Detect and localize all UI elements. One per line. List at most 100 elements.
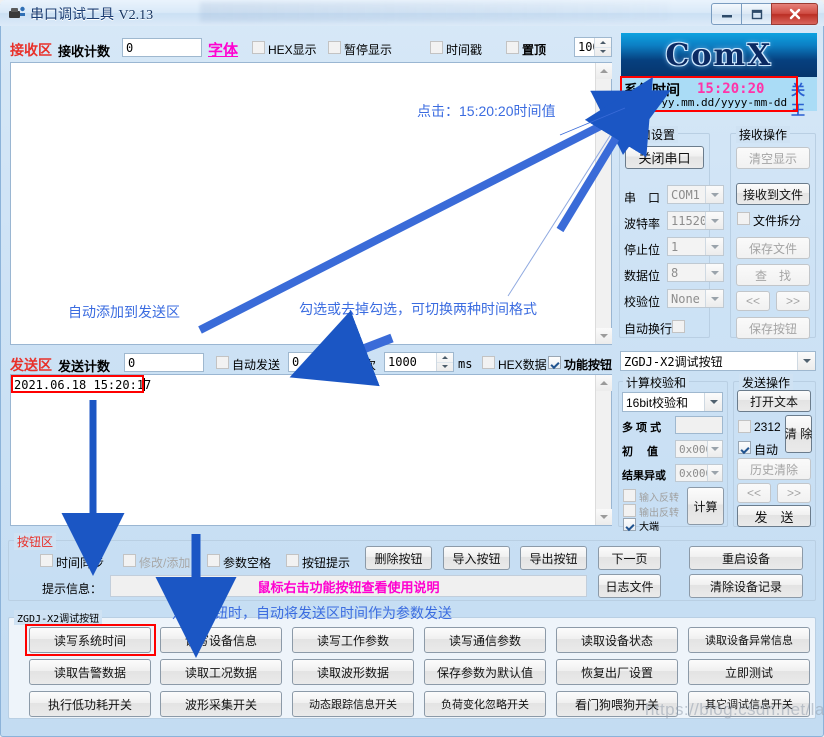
- send-times-input[interactable]: 0: [288, 352, 358, 372]
- log-file-button[interactable]: 日志文件: [598, 574, 661, 598]
- receive-spin-input[interactable]: 100: [574, 37, 612, 57]
- send-textarea[interactable]: 2021.06.18 15:20:17: [10, 374, 612, 526]
- button-tip-checkbox[interactable]: [286, 554, 299, 567]
- close-button[interactable]: [771, 3, 818, 25]
- function-button-checkbox[interactable]: [548, 356, 561, 369]
- find-button[interactable]: 查 找: [736, 264, 810, 286]
- scroll-down-icon[interactable]: [596, 328, 612, 344]
- fn-button-1[interactable]: 读写设备信息: [160, 627, 282, 653]
- send-next-button[interactable]: >>: [777, 483, 811, 503]
- fn-button-4[interactable]: 读取设备状态: [556, 627, 678, 653]
- send-interval-input[interactable]: 1000: [384, 352, 454, 372]
- font-button[interactable]: 字体: [208, 39, 238, 60]
- hex-display-checkbox[interactable]: [252, 41, 265, 54]
- save-file-button[interactable]: 保存文件: [736, 237, 810, 259]
- scroll-up-icon[interactable]: [596, 375, 612, 391]
- chevron-down-icon[interactable]: [705, 238, 723, 255]
- checksum-mode-value: 16bit校验和: [626, 395, 689, 410]
- chevron-down-icon[interactable]: [705, 290, 723, 307]
- open-text-button[interactable]: 打开文本: [737, 390, 811, 412]
- send-count-input[interactable]: 0: [124, 353, 204, 372]
- pause-display-checkbox[interactable]: [328, 41, 341, 54]
- import-button-button[interactable]: 导入按钮: [443, 546, 510, 570]
- receive-scrollbar[interactable]: [595, 63, 612, 344]
- fn-button-7[interactable]: 读取工况数据: [160, 659, 282, 685]
- next-page-button-2[interactable]: 下一页: [598, 546, 661, 570]
- timestamp-checkbox[interactable]: [430, 41, 443, 54]
- receive-spinner[interactable]: [594, 38, 611, 56]
- prev-page-button[interactable]: <<: [736, 291, 770, 311]
- fn-button-3[interactable]: 读写通信参数: [424, 627, 546, 653]
- fn-button-8[interactable]: 读取波形数据: [292, 659, 414, 685]
- scroll-up-icon[interactable]: [596, 63, 612, 79]
- fn-button-9[interactable]: 保存参数为默认值: [424, 659, 546, 685]
- fn-button-5[interactable]: 读取设备异常信息: [688, 627, 810, 653]
- refout-checkbox[interactable]: [623, 504, 636, 517]
- spin-up-icon[interactable]: [341, 353, 357, 363]
- chevron-down-icon[interactable]: [705, 212, 723, 229]
- fn-button-10[interactable]: 恢复出厂设置: [556, 659, 678, 685]
- send-scrollbar[interactable]: [595, 375, 612, 525]
- modify-add-checkbox[interactable]: [123, 554, 136, 567]
- spin-down-icon[interactable]: [595, 48, 611, 57]
- button-set-select[interactable]: ZGDJ-X2调试按钮: [620, 351, 816, 371]
- next-page-button[interactable]: >>: [776, 291, 810, 311]
- hex-data-checkbox[interactable]: [482, 356, 495, 369]
- param-space-checkbox[interactable]: [207, 554, 220, 567]
- clear-button[interactable]: 清 除: [785, 415, 812, 453]
- xorout-select[interactable]: 0x0000: [675, 464, 723, 482]
- file-split-checkbox[interactable]: [737, 212, 750, 225]
- fn-button-13[interactable]: 波形采集开关: [160, 691, 282, 717]
- maximize-button[interactable]: [741, 3, 772, 25]
- gb2312-checkbox[interactable]: [738, 420, 751, 433]
- spin-up-icon[interactable]: [437, 353, 453, 363]
- bigendian-checkbox[interactable]: [623, 518, 636, 531]
- checksum-mode-select[interactable]: 16bit校验和: [622, 392, 723, 412]
- port-select[interactable]: COM1: [667, 185, 724, 204]
- fn-button-15[interactable]: 负荷变化忽略开关: [424, 691, 546, 717]
- auto-wrap-checkbox[interactable]: [672, 320, 685, 333]
- time-sync-checkbox[interactable]: [40, 554, 53, 567]
- scroll-down-icon[interactable]: [596, 509, 612, 525]
- init-select[interactable]: 0x0000: [675, 440, 723, 458]
- history-clear-button[interactable]: 历史清除: [737, 458, 811, 480]
- calc-button[interactable]: 计算: [687, 487, 724, 525]
- send-times-spinner[interactable]: [340, 353, 357, 371]
- parity-select[interactable]: None: [667, 289, 724, 308]
- send-prev-button[interactable]: <<: [737, 483, 771, 503]
- chevron-down-icon[interactable]: [797, 352, 815, 370]
- send-interval-spinner[interactable]: [436, 353, 453, 371]
- save-button-button[interactable]: 保存按钮: [736, 317, 810, 339]
- chevron-down-icon[interactable]: [707, 441, 722, 457]
- clear-device-record-button[interactable]: 清除设备记录: [689, 574, 803, 598]
- close-port-button[interactable]: 关闭串口: [625, 146, 704, 169]
- auto-checkbox[interactable]: [738, 441, 751, 454]
- chevron-down-icon[interactable]: [707, 465, 722, 481]
- minimize-button[interactable]: [711, 3, 742, 25]
- export-button-button[interactable]: 导出按钮: [520, 546, 587, 570]
- chevron-down-icon[interactable]: [705, 264, 723, 281]
- fn-button-6[interactable]: 读取告警数据: [29, 659, 151, 685]
- baud-select[interactable]: 115200: [667, 211, 724, 230]
- spin-down-icon[interactable]: [341, 363, 357, 372]
- spin-up-icon[interactable]: [595, 38, 611, 48]
- databits-select[interactable]: 8: [667, 263, 724, 282]
- auto-send-checkbox[interactable]: [216, 356, 229, 369]
- refin-checkbox[interactable]: [623, 489, 636, 502]
- delete-button-button[interactable]: 删除按钮: [365, 546, 432, 570]
- receive-count-input[interactable]: 0: [122, 38, 202, 57]
- restart-device-button[interactable]: 重启设备: [689, 546, 803, 570]
- fn-button-14[interactable]: 动态跟踪信息开关: [292, 691, 414, 717]
- stopbits-select[interactable]: 1: [667, 237, 724, 256]
- fn-button-2[interactable]: 读写工作参数: [292, 627, 414, 653]
- receive-to-file-button[interactable]: 接收到文件: [736, 183, 810, 205]
- clear-display-button[interactable]: 清空显示: [736, 147, 810, 169]
- poly-input[interactable]: [675, 416, 723, 434]
- fn-button-12[interactable]: 执行低功耗开关: [29, 691, 151, 717]
- send-button[interactable]: 发 送: [737, 505, 811, 527]
- fn-button-11[interactable]: 立即测试: [688, 659, 810, 685]
- spin-down-icon[interactable]: [437, 363, 453, 372]
- chevron-down-icon[interactable]: [705, 186, 723, 203]
- always-on-top-checkbox[interactable]: [506, 41, 519, 54]
- chevron-down-icon[interactable]: [704, 393, 722, 411]
